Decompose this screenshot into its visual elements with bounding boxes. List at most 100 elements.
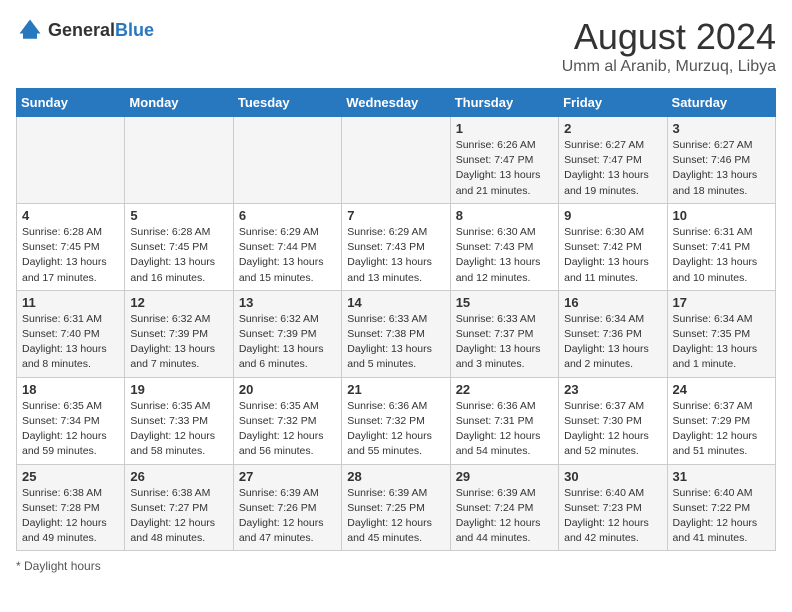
day-info: Sunrise: 6:35 AM Sunset: 7:32 PM Dayligh… [239,399,336,460]
weekday-header: Monday [125,89,233,117]
calendar-cell [342,117,450,204]
calendar-cell: 22Sunrise: 6:36 AM Sunset: 7:31 PM Dayli… [450,377,558,464]
day-number: 15 [456,295,553,310]
day-info: Sunrise: 6:33 AM Sunset: 7:37 PM Dayligh… [456,312,553,373]
day-info: Sunrise: 6:40 AM Sunset: 7:23 PM Dayligh… [564,486,661,547]
day-info: Sunrise: 6:29 AM Sunset: 7:44 PM Dayligh… [239,225,336,286]
day-info: Sunrise: 6:29 AM Sunset: 7:43 PM Dayligh… [347,225,444,286]
main-title: August 2024 [562,16,776,58]
day-number: 23 [564,382,661,397]
day-info: Sunrise: 6:36 AM Sunset: 7:32 PM Dayligh… [347,399,444,460]
weekday-header: Sunday [17,89,125,117]
logo-general: General [48,20,115,40]
footer-note: * Daylight hours [16,559,776,573]
calendar-week-row: 1 Sunrise: 6:26 AM Sunset: 7:47 PM Daylig… [17,117,776,204]
day-number: 3 [673,121,770,136]
day-info: Sunrise: 6:31 AM Sunset: 7:41 PM Dayligh… [673,225,770,286]
day-number: 12 [130,295,227,310]
calendar-cell: 7 Sunrise: 6:29 AM Sunset: 7:43 PM Daylig… [342,203,450,290]
calendar-cell [125,117,233,204]
day-info: Sunrise: 6:39 AM Sunset: 7:26 PM Dayligh… [239,486,336,547]
weekday-header: Thursday [450,89,558,117]
calendar-cell: 15 Sunrise: 6:33 AM Sunset: 7:37 PM Dayli… [450,290,558,377]
day-info: Sunrise: 6:35 AM Sunset: 7:33 PM Dayligh… [130,399,227,460]
calendar-cell: 13Sunrise: 6:32 AM Sunset: 7:39 PM Dayli… [233,290,341,377]
logo: GeneralBlue [16,16,154,44]
day-number: 27 [239,469,336,484]
calendar-cell: 19Sunrise: 6:35 AM Sunset: 7:33 PM Dayli… [125,377,233,464]
day-info: Sunrise: 6:28 AM Sunset: 7:45 PM Dayligh… [130,225,227,286]
calendar-cell: 21 Sunrise: 6:36 AM Sunset: 7:32 PM Dayli… [342,377,450,464]
logo-icon [16,16,44,44]
daylight-hours-label: Daylight hours [24,559,101,573]
day-info: Sunrise: 6:39 AM Sunset: 7:24 PM Dayligh… [456,486,553,547]
day-number: 24 [673,382,770,397]
calendar-cell [233,117,341,204]
calendar-cell: 30Sunrise: 6:40 AM Sunset: 7:23 PM Dayli… [559,464,667,551]
header: GeneralBlue August 2024 Umm al Aranib, M… [16,16,776,76]
day-info: Sunrise: 6:26 AM Sunset: 7:47 PM Dayligh… [456,138,553,199]
weekday-header: Friday [559,89,667,117]
day-number: 21 [347,382,444,397]
calendar-cell: 11Sunrise: 6:31 AM Sunset: 7:40 PM Dayli… [17,290,125,377]
day-info: Sunrise: 6:39 AM Sunset: 7:25 PM Dayligh… [347,486,444,547]
day-info: Sunrise: 6:33 AM Sunset: 7:38 PM Dayligh… [347,312,444,373]
day-number: 4 [22,208,119,223]
day-info: Sunrise: 6:32 AM Sunset: 7:39 PM Dayligh… [130,312,227,373]
day-info: Sunrise: 6:34 AM Sunset: 7:35 PM Dayligh… [673,312,770,373]
calendar-cell: 6 Sunrise: 6:29 AM Sunset: 7:44 PM Daylig… [233,203,341,290]
calendar-week-row: 4 Sunrise: 6:28 AM Sunset: 7:45 PM Daylig… [17,203,776,290]
day-number: 6 [239,208,336,223]
subtitle: Umm al Aranib, Murzuq, Libya [562,58,776,76]
day-info: Sunrise: 6:34 AM Sunset: 7:36 PM Dayligh… [564,312,661,373]
day-info: Sunrise: 6:27 AM Sunset: 7:47 PM Dayligh… [564,138,661,199]
day-number: 17 [673,295,770,310]
day-number: 26 [130,469,227,484]
weekday-header: Saturday [667,89,775,117]
day-number: 29 [456,469,553,484]
day-number: 25 [22,469,119,484]
day-number: 11 [22,295,119,310]
day-info: Sunrise: 6:40 AM Sunset: 7:22 PM Dayligh… [673,486,770,547]
day-number: 7 [347,208,444,223]
calendar-cell: 26Sunrise: 6:38 AM Sunset: 7:27 PM Dayli… [125,464,233,551]
day-number: 10 [673,208,770,223]
calendar-cell: 20 Sunrise: 6:35 AM Sunset: 7:32 PM Dayli… [233,377,341,464]
day-number: 20 [239,382,336,397]
weekday-header: Tuesday [233,89,341,117]
day-number: 31 [673,469,770,484]
calendar-cell: 9Sunrise: 6:30 AM Sunset: 7:42 PM Daylig… [559,203,667,290]
calendar-cell: 2Sunrise: 6:27 AM Sunset: 7:47 PM Daylig… [559,117,667,204]
header-row: SundayMondayTuesdayWednesdayThursdayFrid… [17,89,776,117]
logo-blue: Blue [115,20,154,40]
day-number: 1 [456,121,553,136]
day-number: 5 [130,208,227,223]
calendar-cell: 4 Sunrise: 6:28 AM Sunset: 7:45 PM Daylig… [17,203,125,290]
day-number: 14 [347,295,444,310]
day-number: 28 [347,469,444,484]
logo-text: GeneralBlue [48,20,154,41]
calendar-cell: 24 Sunrise: 6:37 AM Sunset: 7:29 PM Dayli… [667,377,775,464]
calendar-cell: 27 Sunrise: 6:39 AM Sunset: 7:26 PM Dayli… [233,464,341,551]
title-area: August 2024 Umm al Aranib, Murzuq, Libya [562,16,776,76]
day-info: Sunrise: 6:27 AM Sunset: 7:46 PM Dayligh… [673,138,770,199]
calendar-cell [17,117,125,204]
calendar-cell: 18Sunrise: 6:35 AM Sunset: 7:34 PM Dayli… [17,377,125,464]
calendar-week-row: 11Sunrise: 6:31 AM Sunset: 7:40 PM Dayli… [17,290,776,377]
day-info: Sunrise: 6:32 AM Sunset: 7:39 PM Dayligh… [239,312,336,373]
day-number: 9 [564,208,661,223]
calendar-cell: 10 Sunrise: 6:31 AM Sunset: 7:41 PM Dayli… [667,203,775,290]
calendar-cell: 5 Sunrise: 6:28 AM Sunset: 7:45 PM Daylig… [125,203,233,290]
day-info: Sunrise: 6:30 AM Sunset: 7:43 PM Dayligh… [456,225,553,286]
day-number: 8 [456,208,553,223]
day-info: Sunrise: 6:37 AM Sunset: 7:29 PM Dayligh… [673,399,770,460]
calendar-cell: 8 Sunrise: 6:30 AM Sunset: 7:43 PM Daylig… [450,203,558,290]
calendar-header: SundayMondayTuesdayWednesdayThursdayFrid… [17,89,776,117]
calendar-cell: 17 Sunrise: 6:34 AM Sunset: 7:35 PM Dayli… [667,290,775,377]
day-info: Sunrise: 6:28 AM Sunset: 7:45 PM Dayligh… [22,225,119,286]
calendar-cell: 31 Sunrise: 6:40 AM Sunset: 7:22 PM Dayli… [667,464,775,551]
calendar-cell: 1 Sunrise: 6:26 AM Sunset: 7:47 PM Daylig… [450,117,558,204]
day-number: 18 [22,382,119,397]
calendar-body: 1 Sunrise: 6:26 AM Sunset: 7:47 PM Daylig… [17,117,776,551]
calendar-cell: 23Sunrise: 6:37 AM Sunset: 7:30 PM Dayli… [559,377,667,464]
